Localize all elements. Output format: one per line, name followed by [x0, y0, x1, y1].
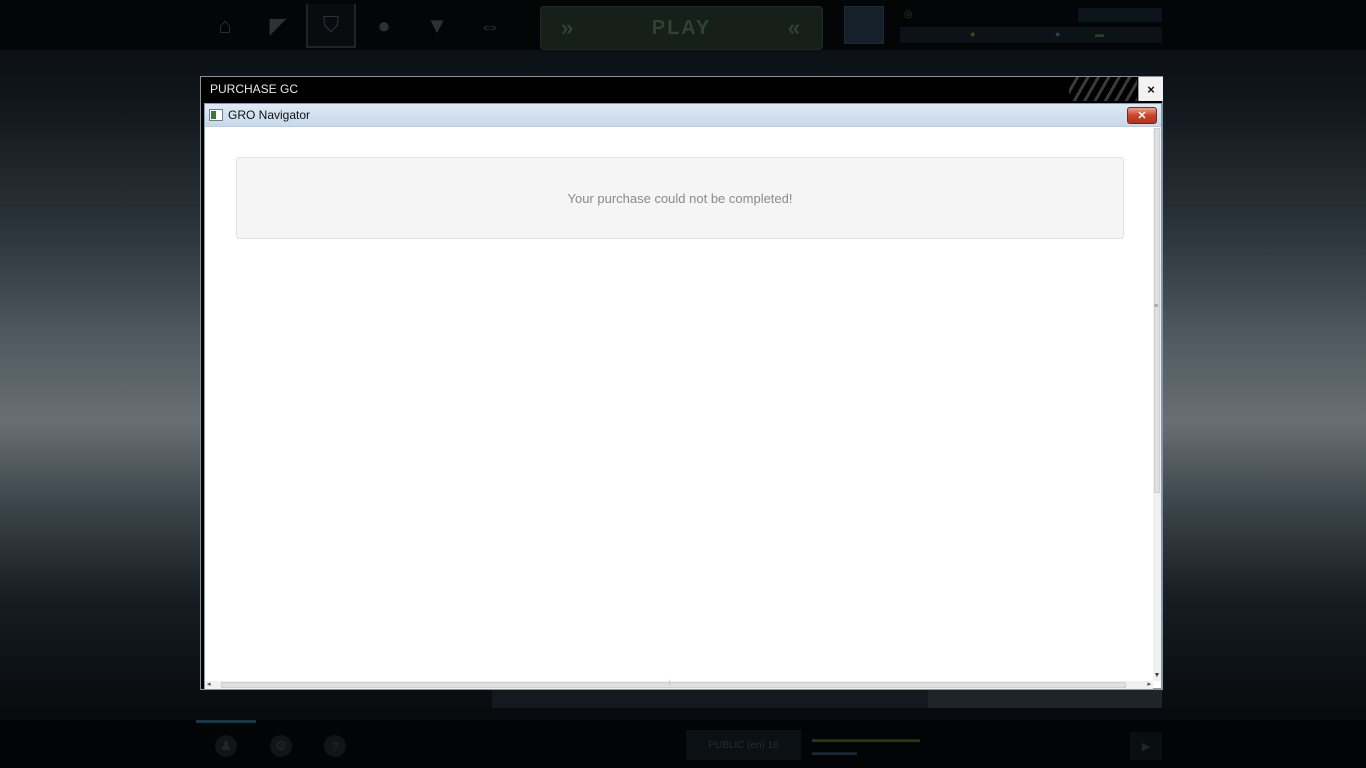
browser-window: GRO Navigator ✕ Your purchase could not …: [204, 103, 1162, 689]
vertical-scrollbar[interactable]: ≡ ▼: [1153, 128, 1161, 681]
dialog-close-button[interactable]: ×: [1138, 77, 1163, 101]
horizontal-scroll-thumb[interactable]: [221, 682, 1126, 688]
scroll-right-arrow-icon[interactable]: ▸: [1147, 681, 1151, 689]
browser-title: GRO Navigator: [228, 108, 311, 122]
scroll-left-arrow-icon[interactable]: ◂: [207, 681, 211, 689]
browser-titlebar: GRO Navigator ✕: [205, 104, 1161, 127]
grip-icon: ⦙: [669, 680, 671, 687]
scroll-down-arrow-icon[interactable]: ▼: [1153, 671, 1161, 681]
dialog-title: PURCHASE GC: [201, 77, 1138, 101]
app-icon: [209, 109, 223, 121]
horizontal-scrollbar[interactable]: ◂ ⦙ ▸: [205, 680, 1153, 689]
error-message: Your purchase could not be completed!: [567, 190, 793, 206]
message-panel: Your purchase could not be completed!: [236, 157, 1124, 239]
title-stripes: [1069, 77, 1137, 101]
vertical-scroll-thumb[interactable]: [1154, 128, 1160, 493]
browser-content: Your purchase could not be completed!: [205, 128, 1153, 681]
browser-close-button[interactable]: ✕: [1127, 107, 1157, 124]
purchase-dialog: PURCHASE GC × GRO Navigator ✕ Your purch…: [200, 76, 1163, 690]
grip-icon: ≡: [1154, 303, 1159, 310]
